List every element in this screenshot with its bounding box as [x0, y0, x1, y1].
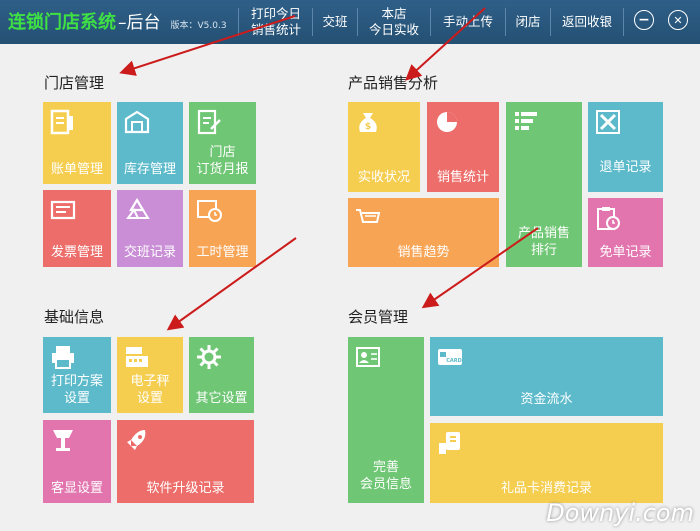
app-brand: 连锁门店系统 –后台 版本：V5.0.3	[8, 8, 227, 38]
tile-label: 账单管理	[50, 162, 103, 177]
close-store-button[interactable]: 闭店	[506, 0, 550, 44]
tile-fund-flow[interactable]: CARD 资金流水	[430, 337, 663, 416]
tile-label: 退单记录	[599, 160, 652, 175]
list-icon	[515, 112, 537, 130]
tile-gift-card[interactable]: 礼品卡消费记录	[430, 423, 663, 503]
tile-sales-trend[interactable]: 销售趋势	[348, 198, 499, 267]
tile-scale[interactable]: 电子秤 设置	[117, 337, 183, 413]
tile-label: 客显设置	[50, 481, 103, 496]
section-title-store: 门店管理	[44, 74, 105, 92]
tile-label: 完善 会员信息	[359, 460, 412, 492]
tile-label: 实收状况	[357, 170, 410, 185]
section-title-member: 会员管理	[348, 308, 409, 326]
tile-free-order[interactable]: 免单记录	[588, 198, 663, 267]
tile-label: 免单记录	[599, 245, 652, 260]
tile-stock[interactable]: 库存管理	[117, 102, 183, 184]
cash-register-icon	[126, 347, 148, 367]
tile-worktime[interactable]: 工时管理	[189, 190, 256, 267]
pie-chart-icon	[437, 112, 457, 132]
member-card-icon	[356, 347, 380, 367]
tile-label: 库存管理	[123, 162, 176, 177]
monitor-icon	[53, 430, 73, 451]
money-bag-icon: $	[359, 113, 377, 132]
tile-label: 打印方案 设置	[50, 374, 103, 406]
tile-print-plan[interactable]: 打印方案 设置	[43, 337, 111, 413]
invoice-icon	[50, 200, 76, 220]
shift-handover-button[interactable]: 交班	[313, 0, 357, 44]
tile-label: 电子秤 设置	[130, 374, 170, 406]
tile-refund-record[interactable]: 退单记录	[588, 102, 663, 192]
clipboard-clock-icon	[597, 207, 620, 230]
tile-label: 销售统计	[436, 170, 489, 185]
gear-icon	[197, 345, 221, 369]
tile-other-settings[interactable]: 其它设置	[189, 337, 254, 413]
version-label: 版本：V5.0.3	[170, 21, 227, 31]
watermark: Downyi.com	[546, 499, 694, 527]
tile-label: 发票管理	[50, 245, 103, 260]
brand-name: 连锁门店系统	[8, 12, 116, 33]
tile-sales-stat[interactable]: 销售统计	[427, 102, 499, 192]
tile-label: 其它设置	[195, 391, 248, 406]
tile-shift-record[interactable]: 交班记录	[117, 190, 183, 267]
tile-label: 礼品卡消费记录	[500, 481, 592, 496]
brand-subtitle: –后台	[118, 13, 161, 33]
edit-document-icon	[197, 109, 221, 135]
tile-label: 销售趋势	[397, 245, 450, 260]
tile-invoice[interactable]: 发票管理	[43, 190, 111, 267]
tile-account[interactable]: 账单管理	[43, 102, 111, 184]
bill-icon	[50, 109, 73, 135]
nav-separator	[623, 8, 624, 36]
tile-label: 软件升级记录	[146, 481, 225, 496]
printer-icon	[52, 346, 74, 369]
tile-order-report[interactable]: 门店 订货月报	[189, 102, 256, 184]
tile-member-info[interactable]: 完善 会员信息	[348, 337, 424, 503]
tile-label: 门店 订货月报	[196, 145, 249, 177]
tile-display-settings[interactable]: 客显设置	[43, 420, 111, 503]
clock-chart-icon	[197, 200, 222, 222]
tile-software-upgrade[interactable]: 软件升级记录	[117, 420, 254, 503]
store-today-receipt-button[interactable]: 本店 今日实收	[358, 0, 430, 44]
tile-label: 资金流水	[520, 392, 573, 407]
manual-upload-button[interactable]: 手动上传	[431, 0, 505, 44]
section-title-basic: 基础信息	[44, 308, 105, 326]
hand-card-icon	[439, 432, 460, 454]
rocket-icon	[127, 430, 146, 450]
cancel-order-icon	[596, 110, 620, 134]
title-bar: 连锁门店系统 –后台 版本：V5.0.3 打印今日 销售统计 交班 本店 今日实收 …	[0, 0, 700, 44]
svg-text:CARD: CARD	[446, 358, 462, 364]
close-button[interactable]: ✕	[668, 10, 688, 30]
nav-separator	[238, 8, 239, 36]
svg-text:$: $	[365, 122, 371, 132]
tile-label: 产品销售 排行	[517, 226, 570, 258]
minimize-icon: −	[638, 12, 650, 28]
back-to-cashier-button[interactable]: 返回收银	[551, 0, 623, 44]
tile-sales-rank[interactable]: 产品销售 排行	[506, 102, 582, 267]
print-today-sales-button[interactable]: 打印今日 销售统计	[240, 0, 312, 44]
tile-receipt-status[interactable]: $ 实收状况	[348, 102, 420, 192]
section-title-sales: 产品销售分析	[348, 74, 439, 92]
tile-label: 交班记录	[123, 245, 176, 260]
recycle-icon	[126, 197, 150, 219]
warehouse-icon	[124, 110, 150, 134]
tile-label: 工时管理	[196, 245, 249, 260]
close-icon: ✕	[673, 13, 683, 27]
minimize-button[interactable]: −	[634, 10, 654, 30]
shopping-cart-icon	[356, 209, 381, 223]
card-icon: CARD	[438, 349, 462, 365]
